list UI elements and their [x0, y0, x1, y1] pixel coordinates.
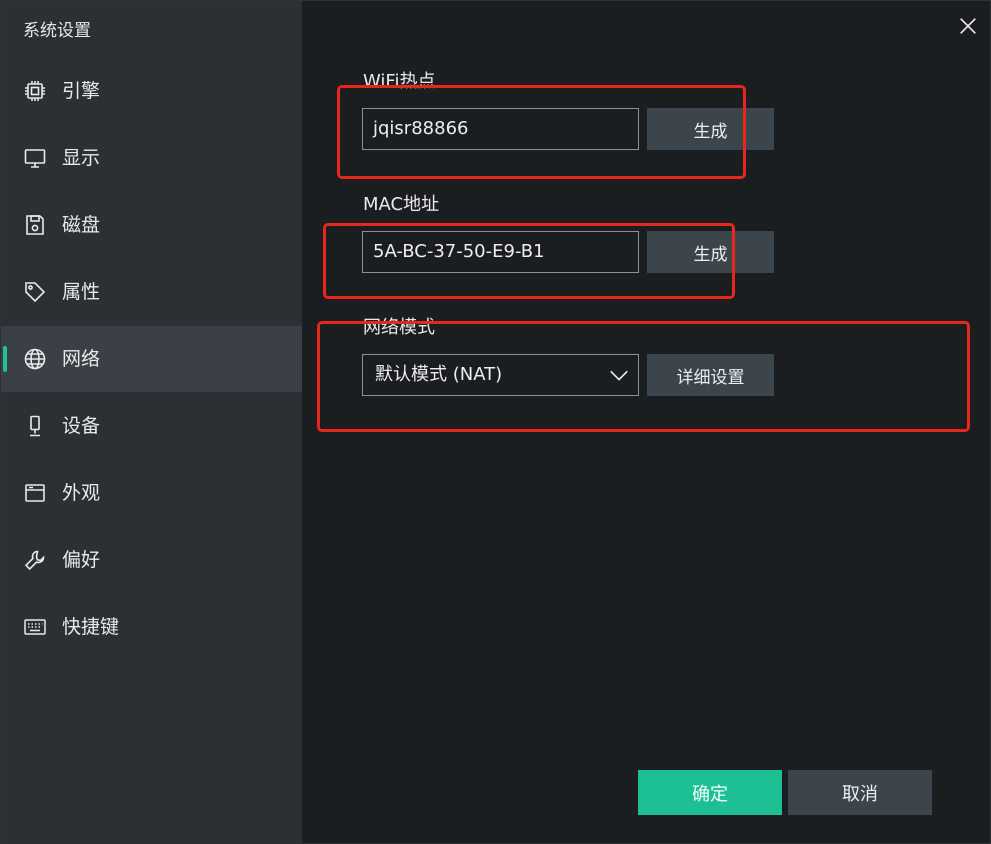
- wifi-input[interactable]: jqisr88866: [362, 108, 639, 150]
- confirm-button[interactable]: 确定: [638, 770, 782, 815]
- settings-window: 系统设置 引擎 显示 磁盘 属性 网络 设备 外观 偏好 快捷键 WiFi热点 …: [0, 0, 991, 844]
- sidebar-item-shortcuts[interactable]: 快捷键: [1, 594, 302, 660]
- sidebar: 系统设置 引擎 显示 磁盘 属性 网络 设备 外观 偏好 快捷键: [1, 1, 302, 844]
- window-title: 系统设置: [23, 21, 91, 41]
- tag-icon: [23, 280, 47, 304]
- sidebar-item-label: 属性: [62, 281, 101, 303]
- network-mode-value: 默认模式 (NAT): [375, 364, 503, 385]
- sidebar-item-properties[interactable]: 属性: [1, 259, 302, 325]
- sidebar-item-label: 磁盘: [62, 214, 101, 236]
- chevron-down-icon: [610, 370, 628, 381]
- sidebar-item-label: 快捷键: [62, 616, 120, 638]
- mac-input[interactable]: 5A-BC-37-50-E9-B1: [362, 231, 639, 273]
- sidebar-item-label: 网络: [62, 348, 101, 370]
- sidebar-item-device[interactable]: 设备: [1, 393, 302, 459]
- sidebar-item-label: 引擎: [62, 80, 101, 102]
- globe-icon: [23, 347, 47, 371]
- monitor-icon: [23, 146, 47, 170]
- keyboard-icon: [23, 615, 47, 639]
- sidebar-item-preferences[interactable]: 偏好: [1, 527, 302, 593]
- sidebar-item-disk[interactable]: 磁盘: [1, 192, 302, 258]
- sidebar-item-engine[interactable]: 引擎: [1, 58, 302, 124]
- network-mode-select[interactable]: 默认模式 (NAT): [362, 354, 639, 396]
- active-indicator: [3, 346, 7, 372]
- cancel-button[interactable]: 取消: [788, 770, 932, 815]
- sidebar-item-appearance[interactable]: 外观: [1, 460, 302, 526]
- generate-mac-button[interactable]: 生成: [647, 231, 774, 273]
- close-icon: [960, 18, 976, 34]
- sidebar-item-network[interactable]: 网络: [1, 326, 302, 392]
- sidebar-item-label: 外观: [62, 482, 101, 504]
- wifi-label: WiFi热点: [363, 71, 436, 92]
- device-icon: [23, 414, 47, 438]
- sidebar-item-label: 偏好: [62, 549, 101, 571]
- mac-label: MAC地址: [363, 194, 440, 215]
- network-details-button[interactable]: 详细设置: [647, 354, 774, 396]
- generate-wifi-button[interactable]: 生成: [647, 108, 774, 150]
- cpu-icon: [23, 79, 47, 103]
- sidebar-item-label: 设备: [62, 415, 101, 437]
- network-mode-label: 网络模式: [363, 317, 435, 338]
- close-button[interactable]: [956, 14, 980, 38]
- wrench-icon: [23, 548, 47, 572]
- window-icon: [23, 481, 47, 505]
- sidebar-item-display[interactable]: 显示: [1, 125, 302, 191]
- sidebar-item-label: 显示: [62, 147, 101, 169]
- save-icon: [23, 213, 47, 237]
